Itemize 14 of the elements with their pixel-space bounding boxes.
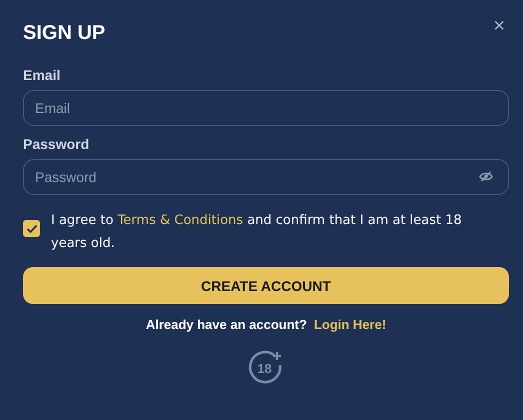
agreement-text: I agree to Terms & Conditions and confirm that I am at least 18 years old.	[51, 212, 463, 253]
checkbox[interactable]	[23, 220, 40, 237]
login-prompt: Already have an account?	[146, 317, 307, 332]
checkmark-icon	[26, 224, 38, 234]
close-button[interactable]: ×	[489, 18, 509, 34]
eye-slash-icon[interactable]	[479, 171, 493, 182]
login-link[interactable]: Login Here!	[314, 317, 386, 332]
field-label: Email	[23, 67, 62, 83]
field-label: Password	[23, 136, 90, 152]
create-account-button[interactable]: CREATE ACCOUNT	[23, 267, 509, 304]
dialog-title: SIGN UP	[23, 22, 106, 45]
terms-link[interactable]: Terms & Conditions	[118, 213, 244, 228]
input-field[interactable]: Email	[23, 90, 509, 126]
input-field[interactable]: Password	[23, 159, 509, 195]
